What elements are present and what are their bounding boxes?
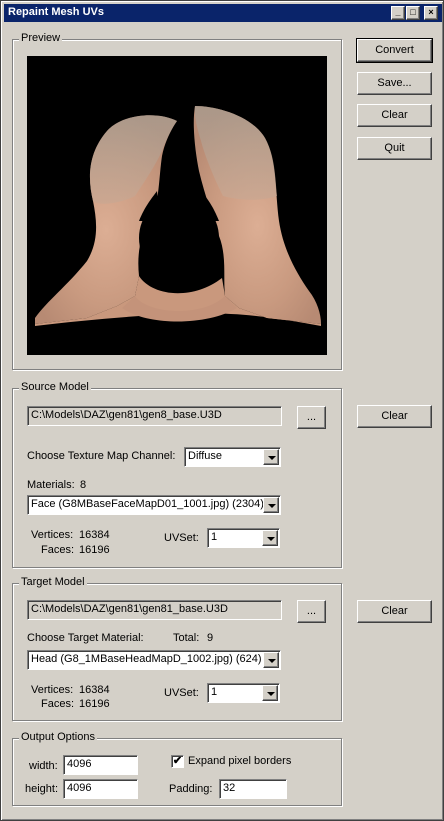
save-button[interactable]: Save... [357, 72, 432, 95]
materials-label: Materials: [27, 479, 75, 491]
target-model-label: Target Model [19, 576, 87, 588]
expand-borders-label[interactable]: Expand pixel borders [188, 755, 291, 767]
window-title: Repaint Mesh UVs [8, 6, 104, 18]
materials-count: 8 [80, 479, 87, 491]
chevron-down-icon [263, 449, 279, 465]
target-vertices-value: 16384 [79, 684, 110, 696]
output-options-label: Output Options [19, 731, 97, 743]
maximize-button[interactable]: □ [406, 6, 420, 20]
title-bar[interactable]: Repaint Mesh UVs [4, 4, 442, 22]
target-material-value: Head (G8_1MBaseHeadMapD_1002.jpg) (624) [31, 653, 262, 665]
chevron-down-icon [262, 685, 278, 701]
source-material-select[interactable]: Face (G8MBaseFaceMapD01_1001.jpg) (2304) [27, 495, 281, 515]
target-vertices-label: Vertices: [31, 684, 74, 696]
source-vertices-label: Vertices: [31, 529, 74, 541]
chevron-down-icon [263, 652, 279, 668]
target-faces-value: 16196 [79, 698, 110, 710]
target-material-select[interactable]: Head (G8_1MBaseHeadMapD_1002.jpg) (624) [27, 650, 281, 670]
app-window: Repaint Mesh UVs _ □ × Preview Convert S… [0, 0, 444, 821]
uv-preview-image [27, 56, 327, 355]
target-total-label: Total: [173, 632, 200, 644]
source-uvset-select[interactable]: 1 [207, 528, 280, 548]
height-input[interactable]: 4096 [63, 779, 138, 799]
minimize-icon: _ [395, 7, 401, 17]
target-material-label: Choose Target Material: [27, 632, 144, 644]
texture-channel-select[interactable]: Diffuse [184, 447, 281, 467]
source-uvset-label: UVSet: [164, 532, 199, 544]
texture-channel-label: Choose Texture Map Channel: [27, 450, 176, 462]
close-button[interactable]: × [424, 6, 438, 20]
target-browse-button[interactable]: ... [297, 600, 326, 623]
output-options-group: Output Options [12, 731, 342, 806]
width-input[interactable]: 4096 [63, 755, 138, 775]
target-uvset-label: UVSet: [164, 687, 199, 699]
close-icon: × [428, 7, 434, 17]
height-label: height: [25, 783, 59, 795]
clear-preview-button[interactable]: Clear [357, 104, 432, 127]
target-faces-label: Faces: [41, 698, 75, 710]
source-clear-button[interactable]: Clear [357, 405, 432, 428]
face-texture-map [35, 106, 321, 326]
source-model-label: Source Model [19, 381, 91, 393]
padding-input[interactable]: 32 [219, 779, 287, 799]
minimize-button[interactable]: _ [391, 6, 405, 20]
width-label: width: [29, 760, 58, 772]
target-total-value: 9 [207, 632, 214, 644]
convert-button[interactable]: Convert [356, 38, 433, 63]
source-uvset-value: 1 [211, 531, 218, 543]
source-browse-button[interactable]: ... [297, 406, 326, 429]
source-path-field[interactable]: C:\Models\DAZ\gen81\gen8_base.U3D [27, 406, 282, 426]
chevron-down-icon [262, 530, 278, 546]
target-path-field[interactable]: C:\Models\DAZ\gen81\gen81_base.U3D [27, 600, 282, 620]
checkmark-icon: ✔ [172, 755, 183, 767]
preview-group-label: Preview [19, 32, 63, 44]
source-faces-value: 16196 [79, 544, 110, 556]
source-faces-label: Faces: [41, 544, 75, 556]
chevron-down-icon [263, 497, 279, 513]
texture-channel-value: Diffuse [188, 450, 223, 462]
target-uvset-value: 1 [211, 686, 218, 698]
source-vertices-value: 16384 [79, 529, 110, 541]
padding-label: Padding: [169, 783, 213, 795]
quit-button[interactable]: Quit [357, 137, 432, 160]
target-uvset-select[interactable]: 1 [207, 683, 280, 703]
source-material-value: Face (G8MBaseFaceMapD01_1001.jpg) (2304) [31, 498, 264, 510]
expand-borders-checkbox[interactable]: ✔ [171, 755, 184, 768]
maximize-icon: □ [410, 7, 416, 17]
target-clear-button[interactable]: Clear [357, 600, 432, 623]
